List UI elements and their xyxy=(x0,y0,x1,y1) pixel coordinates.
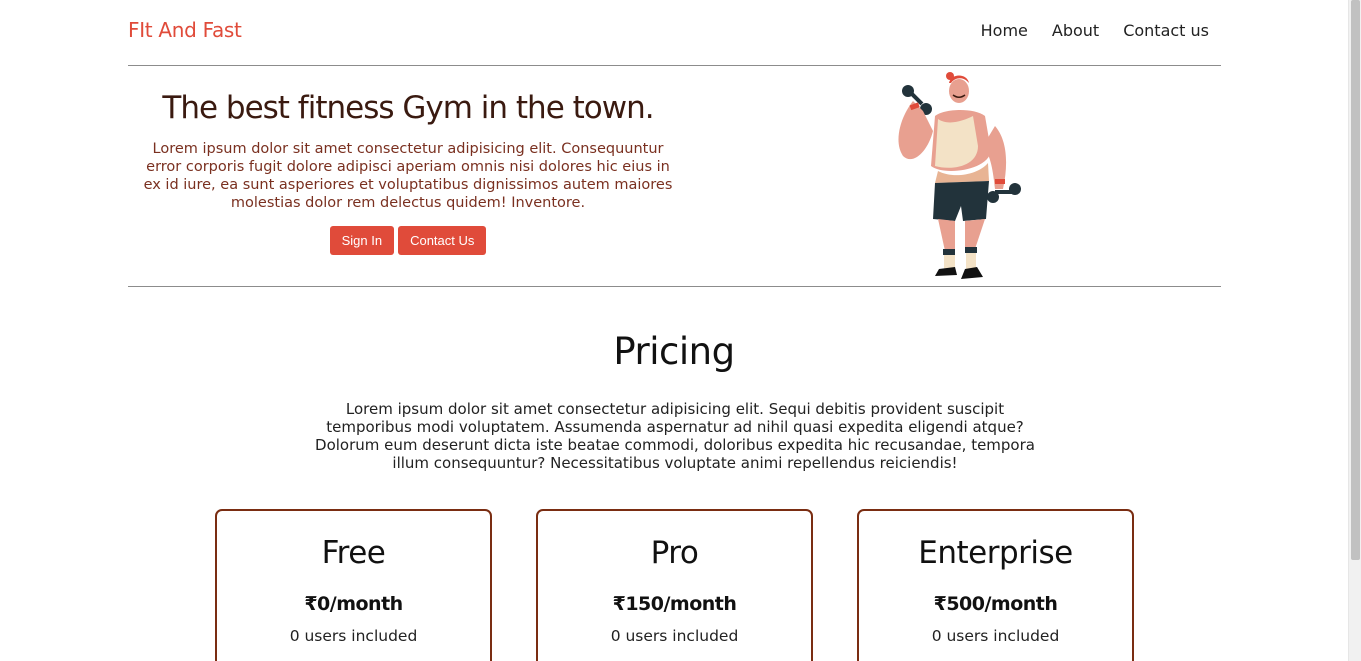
hero-description: Lorem ipsum dolor sit amet consectetur a… xyxy=(143,141,673,211)
gym-man-illustration xyxy=(898,72,1021,279)
nav-link-home[interactable]: Home xyxy=(981,21,1028,40)
pricing-title: Pricing xyxy=(613,330,735,373)
plan-price: ₹0/month xyxy=(304,593,403,615)
plan-users: 0 users included xyxy=(931,627,1060,645)
plan-users: 0 users included xyxy=(610,627,739,645)
nav-links: Home About Contact us xyxy=(981,21,1209,40)
sign-in-button[interactable]: Sign In xyxy=(329,226,395,255)
plan-name: Enterprise xyxy=(918,535,1073,571)
plan-card-free: Free ₹0/month 0 users included xyxy=(215,509,492,661)
plan-price: ₹500/month xyxy=(933,593,1058,615)
hero-title: The best fitness Gym in the town. xyxy=(162,90,654,126)
hero-section: The best fitness Gym in the town. Lorem … xyxy=(128,66,1221,287)
vertical-scrollbar[interactable] xyxy=(1348,0,1361,661)
plan-name: Pro xyxy=(650,535,699,571)
hero-buttons: Sign In Contact Us xyxy=(138,226,678,255)
dumbbell-right-icon xyxy=(987,183,1021,203)
plan-users: 0 users included xyxy=(289,627,418,645)
pricing-description: Lorem ipsum dolor sit amet consectetur a… xyxy=(315,400,1035,472)
nav-link-about[interactable]: About xyxy=(1052,21,1099,40)
page: FIt And Fast Home About Contact us The b… xyxy=(0,0,1361,661)
navbar: FIt And Fast Home About Contact us xyxy=(128,0,1221,66)
plan-name: Free xyxy=(321,535,386,571)
scrollbar-thumb[interactable] xyxy=(1351,0,1360,560)
hero-content: The best fitness Gym in the town. Lorem … xyxy=(138,90,678,255)
plan-card-enterprise: Enterprise ₹500/month 0 users included xyxy=(857,509,1134,661)
contact-us-button[interactable]: Contact Us xyxy=(398,226,487,255)
brand-logo[interactable]: FIt And Fast xyxy=(128,18,242,42)
plan-card-pro: Pro ₹150/month 0 users included xyxy=(536,509,813,661)
plan-price: ₹150/month xyxy=(612,593,737,615)
nav-link-contact[interactable]: Contact us xyxy=(1123,21,1209,40)
